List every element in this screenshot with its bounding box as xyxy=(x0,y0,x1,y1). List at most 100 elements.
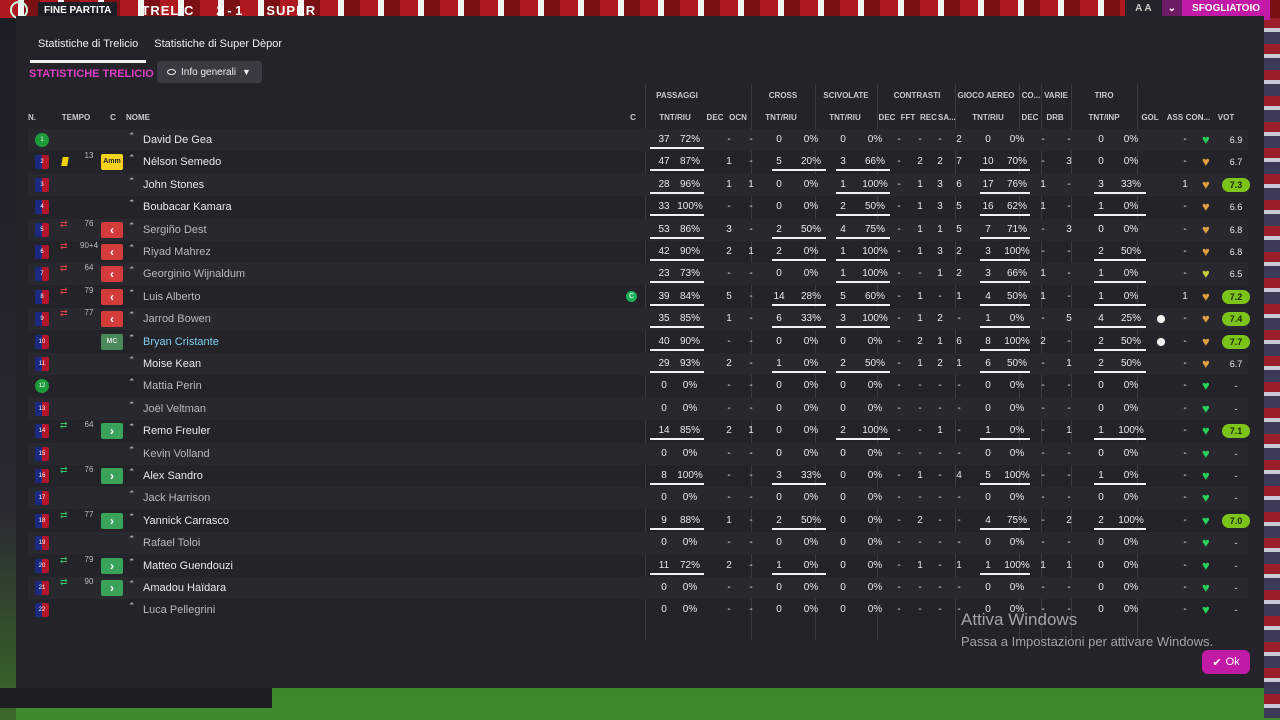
table-row[interactable]: 10 MC ◓ Bryan Cristante 40 90% - -0 0% 0 0% -2 1 6 8 10… xyxy=(28,331,1250,353)
player-rating: - xyxy=(1234,381,1238,392)
table-row[interactable]: 15 ◓ Kevin Volland 0 0% - - 0 0% 0 0% - - - - 0 0% - - 0 0% -… xyxy=(28,442,1248,465)
chevron-down-icon: ▼ xyxy=(242,67,251,77)
player-name[interactable]: Alex Sandro xyxy=(143,465,203,487)
table-row[interactable]: 21 ⇄ 90 › ◓ Amadou Haïdara 0 0% - - 0 0% 0 0% - - - - 0 0% -… xyxy=(28,577,1248,599)
column-header-pass-dec[interactable]: DEC xyxy=(706,113,724,122)
player-name[interactable]: Mattia Perin xyxy=(143,375,202,397)
condition-heart-icon: ♥ xyxy=(1202,176,1210,192)
table-row[interactable]: 14 ⇄ 64 › ◓ Remo Freuler 14 85% 2 1 0 0% 2 100% - -1-1 0… xyxy=(28,420,1250,442)
table-row[interactable]: 7 ⇄ 64 ‹ ◓ Georginio Wijnaldum 23 73% - -0 0% 1 100%… xyxy=(28,263,1248,286)
column-header-tempo[interactable]: TEMPO xyxy=(60,113,92,122)
assists: - xyxy=(1183,156,1187,168)
player-name[interactable]: Rafael Toloi xyxy=(143,532,200,554)
column-header-pass-tnt[interactable]: TNT/RIU xyxy=(648,113,702,122)
player-name[interactable]: Sergiño Dest xyxy=(143,219,207,241)
column-header-con-dec[interactable]: DEC xyxy=(878,113,896,122)
player-name[interactable]: John Stones xyxy=(143,174,204,196)
column-header-c2[interactable]: C xyxy=(628,113,638,122)
table-row[interactable]: 13 ◓ Joël Veltman 0 0% - - 0 0% 0 0% - - - - 0 0% - - 0 0% - ♥… xyxy=(28,397,1248,420)
column-header-nome[interactable]: NOME xyxy=(126,113,156,122)
player-name[interactable]: Moise Kean xyxy=(143,353,201,375)
stat-underline-bar xyxy=(650,326,704,329)
table-row[interactable]: 18 ⇄ 77 › ◓ Yannick Carrasco 9 88% 1-2 50% 0 0% -2- -… xyxy=(28,509,1250,532)
table-row[interactable]: 2 13 Amm ◓ Nélson Semedo 47 87% 1-5 20% 3 66% -2 2 7 1… xyxy=(28,151,1248,173)
player-rating: - xyxy=(1234,493,1238,504)
column-header-scivol-tnt[interactable]: TNT/RIU xyxy=(818,113,872,122)
table-row[interactable]: 16 ⇄ 76 › ◓ Alex Sandro 8 100% - -3 33% 0 0% -1-4 5 100… xyxy=(28,465,1248,487)
stat-underline-bar xyxy=(650,281,704,284)
table-row[interactable]: 5 ⇄ 76 ‹ ◓ Sergiño Dest 53 86% 3-2 50% 4 75% -1 1 5 7 71… xyxy=(28,218,1248,241)
column-header-pass-ocn[interactable]: OCN xyxy=(728,113,748,122)
player-name[interactable]: Bryan Cristante xyxy=(143,331,219,353)
table-row[interactable]: 12 ◓ Mattia Perin 0 0% - - 0 0% 0 0% - - - - 0 0% - - 0 0% - ♥… xyxy=(28,375,1248,397)
contrasts-dec: - xyxy=(897,313,901,325)
column-header-varie-drb[interactable]: DRB xyxy=(1044,113,1066,122)
stat-underline-bar xyxy=(980,371,1030,373)
column-header-con-rec[interactable]: REC xyxy=(920,113,937,122)
player-face-icon: ◓ xyxy=(129,509,135,520)
player-name[interactable]: Joël Veltman xyxy=(143,398,206,420)
column-header-vot[interactable]: VOT xyxy=(1214,113,1238,122)
player-name[interactable]: Remo Freuler xyxy=(143,420,210,442)
contrasts-fft: 2 xyxy=(917,156,923,168)
contrasts-dec: - xyxy=(897,380,901,392)
column-header-n[interactable]: N. xyxy=(26,113,38,122)
tackles-accuracy: 0% xyxy=(867,335,883,347)
stat-underline-bar xyxy=(980,236,1030,239)
stat-underline-bar xyxy=(836,326,890,329)
player-name[interactable]: Luis Alberto xyxy=(143,286,200,308)
stats-panel: Statistiche di Trelicio Statistiche di S… xyxy=(16,16,1264,688)
table-row[interactable]: 9 ⇄ 77 ‹ ◓ Jarrod Bowen 35 85% 1-6 33% 3 100% -1 2-1 0… xyxy=(28,308,1250,331)
player-name[interactable]: Georginio Wijnaldum xyxy=(143,263,245,285)
column-header-cross-tnt[interactable]: TNT/RIU xyxy=(754,113,808,122)
contrasts-dec: - xyxy=(897,447,901,459)
column-header-ass[interactable]: ASS xyxy=(1166,113,1184,122)
table-row[interactable]: 8 ⇄ 79 ‹ ◓ Luis Alberto C 39 84% 5-14 28% 5 60% -1-1 4… xyxy=(28,286,1250,308)
player-name[interactable]: Boubacar Kamara xyxy=(143,196,232,218)
player-name[interactable]: Amadou Haïdara xyxy=(143,577,226,599)
ok-button[interactable]: ✔ Ok xyxy=(1202,650,1250,674)
view-dropdown[interactable]: Info generali ▼ xyxy=(157,61,262,83)
stat-underline-bar xyxy=(772,259,826,261)
column-header-gol[interactable]: GOL xyxy=(1140,113,1160,122)
player-name[interactable]: David De Gea xyxy=(143,129,212,151)
table-row[interactable]: 6 ⇄ 90+4 ‹ ◓ Riyad Mahrez 42 90% 2 1 2 0% 1 100% -1 3 2 3… xyxy=(28,241,1248,263)
column-header-con[interactable]: CON... xyxy=(1184,113,1212,122)
column-header-aereo-tnt[interactable]: TNT/RIU xyxy=(958,113,1018,122)
tab-super-depor-stats[interactable]: Statistiche di Super Dèpor xyxy=(146,38,290,63)
tab-trelicio-stats[interactable]: Statistiche di Trelicio xyxy=(30,38,147,63)
column-header-tiro-tnt[interactable]: TNT/INP xyxy=(1074,113,1134,122)
table-row[interactable]: 1 ◓ David De Gea 37 72% - -0 0% 0 0% - - -2 0 0% - -0 0% -… xyxy=(28,129,1248,151)
stat-underline-bar xyxy=(650,147,704,149)
check-icon: ✔ xyxy=(1212,656,1222,669)
tackles-accuracy: 0% xyxy=(867,492,883,504)
table-row[interactable]: 17 ◓ Jack Harrison 0 0% - - 0 0% 0 0% - - - - 0 0% - - 0 0% -… xyxy=(28,487,1248,510)
table-row[interactable]: 4 ◓ Boubacar Kamara 33 100% - -0 0% 2 50% -1 3 5 16 62… xyxy=(28,196,1248,218)
column-header-con-fft[interactable]: FFT xyxy=(900,113,916,122)
player-name[interactable]: Nélson Semedo xyxy=(143,151,221,173)
column-header-co-dec[interactable]: DEC xyxy=(1020,113,1040,122)
passes-decisive: - xyxy=(727,604,731,616)
player-name[interactable]: Riyad Mahrez xyxy=(143,241,211,263)
table-row[interactable]: 19 ◓ Rafael Toloi 0 0% - - 0 0% 0 0% - - - - 0 0% - - 0 0% - ♥… xyxy=(28,532,1248,555)
column-header-con-sa[interactable]: SA... xyxy=(938,113,956,122)
stat-underline-bar xyxy=(836,303,890,306)
player-name[interactable]: Jack Harrison xyxy=(143,487,210,509)
left-background xyxy=(0,18,16,720)
player-name[interactable]: Matteo Guendouzi xyxy=(143,555,233,577)
table-row[interactable]: 11 ◓ Moise Kean 29 93% 2-1 0% 2 50% -1 2 1 6 50% -1 2 50… xyxy=(28,353,1248,375)
contrasts-sa: - xyxy=(957,582,961,593)
condition-heart-icon: ♥ xyxy=(1202,602,1210,618)
yellow-card-icon xyxy=(61,157,69,167)
player-name[interactable]: Kevin Volland xyxy=(143,443,210,465)
column-group-header: CO... xyxy=(1021,91,1041,100)
player-name[interactable]: Yannick Carrasco xyxy=(143,510,229,532)
table-row[interactable]: 20 ⇄ 79 › ◓ Matteo Guendouzi 11 72% 2-1 0% 0 0% -1-1… xyxy=(28,555,1248,577)
tackles-attempted: 0 xyxy=(840,335,846,347)
passes-accuracy: 0% xyxy=(682,537,698,549)
table-row[interactable]: 3 ◓ John Stones 28 96% 1 1 0 0% 1 100% -1 3 6 17 76% 1-3… xyxy=(28,173,1250,196)
column-header-c[interactable]: C xyxy=(108,113,118,122)
contrasts-dec: - xyxy=(897,268,901,280)
player-name[interactable]: Jarrod Bowen xyxy=(143,308,211,330)
player-name[interactable]: Luca Pellegrini xyxy=(143,599,215,621)
